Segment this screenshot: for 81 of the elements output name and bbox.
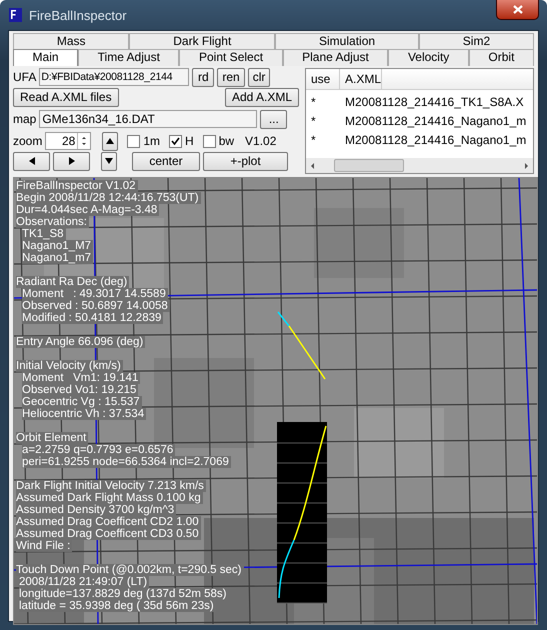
tab[interactable]: Velocity — [388, 49, 469, 66]
use-cell-text: * — [310, 114, 317, 128]
info-text: peri=61.9255 node=66.5364 incl=2.7069 — [22, 456, 231, 468]
info-text: Assumed Drag Coefficent CD2 1.00 — [16, 516, 201, 528]
pan-left-button[interactable] — [13, 152, 50, 170]
close-icon — [512, 5, 522, 14]
pan-up-button[interactable] — [102, 132, 118, 150]
info-text: Dur=4.044sec A-Mag=-3.48 — [16, 204, 160, 216]
tab[interactable]: Orbit — [468, 49, 534, 66]
file-name-item[interactable]: M20081128_214416_Nagano1_m — [339, 132, 526, 146]
tab[interactable]: Dark Flight — [129, 33, 276, 49]
map-label: map — [13, 112, 36, 126]
tab[interactable]: Plane Adjust — [282, 49, 388, 66]
column-header[interactable]: A.XML — [340, 69, 382, 89]
use-cell-text: * — [310, 94, 317, 108]
window-title: FireBallInspector — [29, 8, 127, 22]
zoom-spinner[interactable]: 28 — [45, 132, 92, 150]
info-text: Modified : 50.4181 12.2839 — [22, 312, 164, 324]
file-name-item[interactable]: M20081128_214416_TK1_S8A.X — [339, 94, 524, 108]
check-icon — [171, 136, 180, 146]
info-text: Initial Velocity (km/s) — [16, 360, 123, 372]
checkbox[interactable]: bw — [202, 134, 234, 148]
info-text: Assumed Drag Coefficent CD3 0.50 — [16, 528, 201, 540]
add-file-button[interactable]: Add A.XML — [224, 88, 299, 106]
info-text: Begin 2008/11/28 12:44:16.753(UT) — [16, 192, 201, 204]
info-text: Moment Vm1: 19.141 — [22, 372, 140, 384]
info-text: Heliocentric Vh : 37.534 — [22, 408, 146, 420]
pan-right-button[interactable] — [53, 152, 90, 170]
folder-action-button[interactable]: ren — [217, 68, 245, 86]
info-text: Orbit Element — [16, 432, 88, 444]
info-text: Observed : 50.6897 14.0058 — [22, 300, 170, 312]
tab[interactable]: Main — [13, 49, 78, 66]
zoom-label: zoom — [13, 134, 42, 148]
tab[interactable]: Point Select — [179, 49, 283, 66]
info-text: FireBallInspector V1.02 — [16, 180, 138, 192]
close-button[interactable] — [496, 0, 539, 20]
info-text: Geocentric Vg : 15.537 — [22, 396, 142, 408]
info-text: Entry Angle 66.096 (deg) — [16, 336, 146, 348]
column-header[interactable]: use — [306, 69, 340, 89]
info-text: Observations: — [16, 216, 89, 228]
scroll-left-icon — [309, 162, 317, 170]
use-cell-text: * — [310, 132, 317, 146]
info-text: Nagano1_M7 — [22, 240, 94, 252]
info-text: Dark Flight Initial Velocity 7.213 km/s — [16, 480, 206, 492]
tab[interactable]: Time Adjust — [78, 49, 180, 66]
info-text: longitude=137.8829 deg (137d 52m 58s) — [19, 588, 228, 600]
info-text: latitude = 35.9398 deg ( 35d 56m 23s) — [19, 600, 216, 612]
info-text: Radiant Ra Dec (deg) — [16, 276, 130, 288]
right-triangle-icon — [68, 157, 74, 165]
folder-field[interactable]: D:¥FBIData¥20081128_2144 — [39, 68, 190, 86]
info-text: Assumed Dark Flight Mass 0.100 kg — [16, 492, 203, 504]
up-triangle-icon — [106, 138, 114, 144]
info-text: Nagano1_m7 — [22, 252, 94, 264]
folder-action-button[interactable]: clr — [248, 68, 270, 86]
plot-button[interactable]: +-plot — [203, 152, 288, 170]
info-text: Wind File : — [16, 540, 72, 552]
read-files-button[interactable]: Read A.XML files — [13, 88, 119, 106]
info-text: Moment : 49.3017 14.5589 — [22, 288, 168, 300]
version-label: V1.02 — [245, 134, 276, 148]
browse-button[interactable]: ... — [260, 110, 288, 128]
center-button[interactable]: center — [132, 152, 200, 170]
file-name-item[interactable]: M20081128_214416_Nagano1_m — [339, 114, 526, 128]
tab[interactable]: Simulation — [275, 33, 419, 49]
left-triangle-icon — [28, 157, 34, 165]
map-file-field[interactable]: GMe136n34_16.DAT — [39, 110, 258, 128]
info-text: Observed Vo1: 19.215 — [22, 384, 138, 396]
down-triangle-icon — [105, 158, 113, 164]
info-text: TK1_S8 — [22, 228, 66, 240]
horizontal-scrollbar[interactable] — [306, 158, 533, 173]
ufa-label: UFA — [13, 70, 36, 84]
scroll-right-icon — [522, 162, 530, 170]
info-text: a=2.2759 q=0.7793 e=0.6576 — [22, 444, 176, 456]
app-icon — [8, 7, 24, 23]
folder-action-button[interactable]: rd — [192, 68, 214, 86]
info-text: Touch Down Point (@0.002km, t=290.5 sec) — [16, 564, 244, 576]
info-text: 2008/11/28 21:49:07 (LT) — [19, 576, 150, 588]
info-text: Assumed Density 3700 kg/m^3 — [16, 504, 176, 516]
tab[interactable]: Sim2 — [418, 33, 534, 49]
pan-down-button[interactable] — [101, 152, 117, 170]
checkbox[interactable]: 1m — [127, 134, 160, 148]
tab[interactable]: Mass — [13, 33, 130, 49]
